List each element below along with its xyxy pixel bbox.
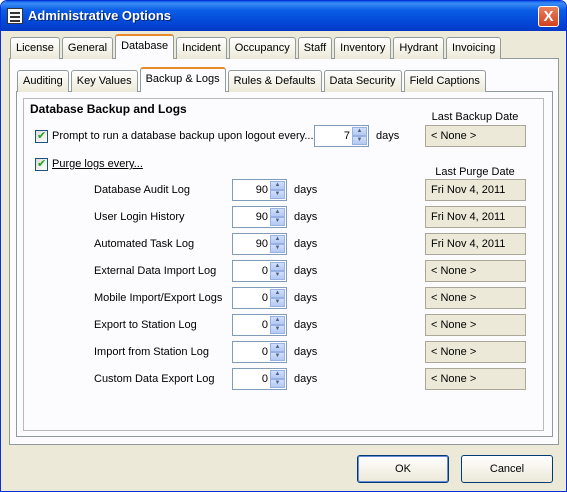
tab-invoicing[interactable]: Invoicing [445,37,502,59]
log-days-units: days [294,211,318,223]
last-purge-date: < None > [425,260,526,282]
spin-up-icon[interactable]: ▲ [270,370,285,379]
log-days-units: days [294,184,318,196]
main-tabs: License General Database Incident Occupa… [10,34,503,59]
spin-down-icon[interactable]: ▼ [352,136,367,145]
backup-days-units: days [376,130,400,142]
log-name: User Login History [94,211,185,223]
ok-button[interactable]: OK [357,455,449,483]
spin-up-icon[interactable]: ▲ [270,262,285,271]
last-purge-date: Fri Nov 4, 2011 [425,206,526,228]
log-days-value: 90 [255,184,268,196]
spin-up-icon[interactable]: ▲ [270,316,285,325]
log-days-value: 90 [255,211,268,223]
window-title: Administrative Options [28,8,172,23]
log-days-units: days [294,292,318,304]
last-purge-date: Fri Nov 4, 2011 [425,233,526,255]
spin-up-icon[interactable]: ▲ [270,343,285,352]
log-name: Export to Station Log [94,319,197,331]
last-backup-date: < None > [425,125,526,147]
purge-logs-checkbox[interactable] [35,157,48,171]
spin-down-icon[interactable]: ▼ [270,379,285,388]
cancel-button[interactable]: Cancel [461,455,553,483]
log-days-value: 0 [261,265,268,277]
log-name: External Data Import Log [94,265,217,277]
log-name: Database Audit Log [94,184,191,196]
log-days-value: 0 [261,292,268,304]
tab-staff[interactable]: Staff [297,37,333,59]
log-name: Automated Task Log [94,238,195,250]
log-days-stepper[interactable]: 90 ▲ ▼ [232,206,287,228]
last-purge-date: Fri Nov 4, 2011 [425,179,526,201]
backup-days-stepper[interactable]: 7 ▲ ▼ [314,125,369,147]
log-days-value: 0 [261,373,268,385]
log-days-stepper[interactable]: 0 ▲ ▼ [232,260,287,282]
tab-field-captions[interactable]: Field Captions [403,70,486,92]
last-purge-date: < None > [425,314,526,336]
tab-hydrant[interactable]: Hydrant [393,37,444,59]
log-days-stepper[interactable]: 90 ▲ ▼ [232,179,287,201]
log-days-value: 0 [261,346,268,358]
log-days-value: 90 [255,238,268,250]
tab-incident[interactable]: Incident [176,37,227,59]
log-name: Import from Station Log [94,346,209,358]
administrative-options-window: Administrative Options X License General… [0,0,567,492]
spin-up-icon[interactable]: ▲ [270,235,285,244]
last-purge-date: < None > [425,287,526,309]
tab-data-security[interactable]: Data Security [323,70,402,92]
log-days-stepper[interactable]: 0 ▲ ▼ [232,287,287,309]
spin-down-icon[interactable]: ▼ [270,325,285,334]
spin-down-icon[interactable]: ▼ [270,190,285,199]
log-name: Mobile Import/Export Logs [94,292,223,304]
last-purge-header: Last Purge Date [435,166,515,178]
purge-logs-label: Purge logs every... [52,158,143,170]
spin-up-icon[interactable]: ▲ [352,127,367,136]
tab-auditing[interactable]: Auditing [17,70,69,92]
spin-down-icon[interactable]: ▼ [270,271,285,280]
spin-down-icon[interactable]: ▼ [270,352,285,361]
tab-inventory[interactable]: Inventory [334,37,392,59]
spin-down-icon[interactable]: ▼ [270,244,285,253]
log-days-stepper[interactable]: 0 ▲ ▼ [232,368,287,390]
tab-backup-logs[interactable]: Backup & Logs [139,67,226,92]
last-backup-header: Last Backup Date [431,111,519,123]
close-button[interactable]: X [538,6,559,27]
group-title: Database Backup and Logs [30,102,187,116]
log-days-units: days [294,319,318,331]
title-bar[interactable]: Administrative Options X [1,1,566,31]
tab-rules-defaults[interactable]: Rules & Defaults [227,70,322,92]
sub-tabs: Auditing Key Values Backup & Logs Rules … [17,67,488,92]
spin-up-icon[interactable]: ▲ [270,289,285,298]
log-days-units: days [294,238,318,250]
last-purge-date: < None > [425,341,526,363]
spin-up-icon[interactable]: ▲ [270,208,285,217]
spin-down-icon[interactable]: ▼ [270,217,285,226]
log-name: Custom Data Export Log [94,373,215,385]
tab-general[interactable]: General [61,37,114,59]
spin-up-icon[interactable]: ▲ [270,181,285,190]
log-days-stepper[interactable]: 0 ▲ ▼ [232,314,287,336]
log-days-units: days [294,373,318,385]
spin-down-icon[interactable]: ▼ [270,298,285,307]
prompt-backup-checkbox[interactable] [35,129,48,143]
log-days-stepper[interactable]: 0 ▲ ▼ [232,341,287,363]
log-days-units: days [294,265,318,277]
log-days-value: 0 [261,319,268,331]
log-days-stepper[interactable]: 90 ▲ ▼ [232,233,287,255]
log-days-units: days [294,346,318,358]
tab-license[interactable]: License [10,37,60,59]
tab-database[interactable]: Database [115,34,175,59]
backup-days-value: 7 [343,130,350,142]
last-purge-date: < None > [425,368,526,390]
tab-key-values[interactable]: Key Values [70,70,138,92]
prompt-backup-label: Prompt to run a database backup upon log… [52,130,314,142]
app-icon [7,8,23,24]
tab-occupancy[interactable]: Occupancy [228,37,296,59]
